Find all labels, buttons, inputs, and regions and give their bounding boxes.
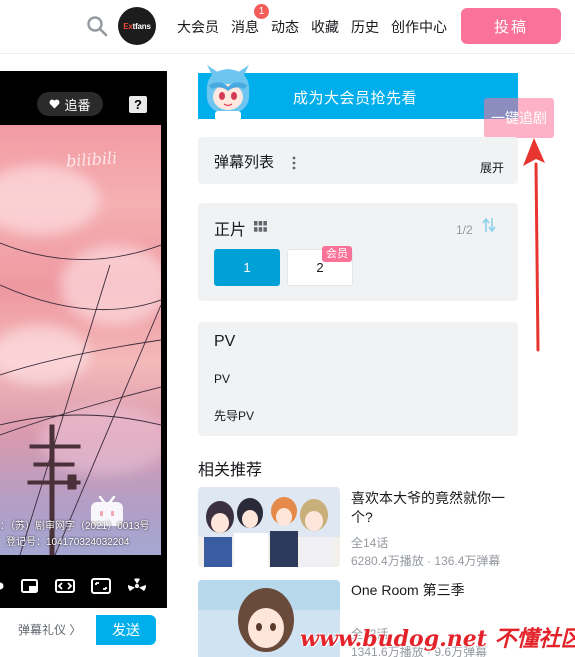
grid-view-icon[interactable] (254, 221, 267, 232)
episodes-title: 正片 (214, 222, 247, 239)
send-button[interactable]: 发送 (96, 615, 156, 645)
avatar[interactable]: Ex tfans (118, 7, 156, 45)
danmaku-list-title: 弹幕列表 (214, 154, 275, 171)
nav-messages[interactable]: 消息 (231, 17, 259, 37)
recommendations-title: 相关推荐 (198, 462, 263, 479)
danmaku-count: 136.4万弹幕 (434, 554, 501, 568)
nav-vip[interactable]: 大会员 (177, 17, 219, 37)
mascot-illustration (206, 65, 250, 121)
nav-creator-center[interactable]: 创作中心 (391, 17, 447, 37)
danmaku-etiquette-link[interactable]: 弹幕礼仪 〉 (18, 621, 81, 638)
vip-banner-text: 成为大会员抢先看 (293, 90, 418, 107)
episode-page-indicator: 1/2 (456, 223, 473, 237)
vip-banner[interactable]: 成为大会员抢先看 (198, 65, 518, 121)
expand-button[interactable]: 展开 (480, 159, 504, 176)
nav-favorites[interactable]: 收藏 (311, 17, 339, 37)
widescreen-icon[interactable] (55, 577, 75, 595)
fullscreen-icon[interactable] (127, 577, 147, 595)
recommendation-stats: 6280.4万播放 · 136.4万弹幕 (351, 554, 501, 568)
registration-line-2: 登记号：104170324032204 (6, 537, 130, 548)
red-arrow-annotation (523, 138, 545, 352)
pv-item[interactable]: PV (214, 372, 230, 386)
heart-icon (50, 99, 60, 109)
player-controls (0, 571, 161, 601)
vip-only-tag: 会员 (322, 246, 352, 262)
recommendation-title[interactable]: One Room 第三季 (351, 581, 521, 600)
sort-icon[interactable] (482, 217, 496, 233)
top-bar: Ex tfans 大会员 消息 1 动态 收藏 历史 创作中心 投稿 (0, 0, 575, 54)
avatar-text-b: tfans (132, 21, 151, 31)
episode-1-button[interactable]: 1 (214, 249, 280, 286)
video-player[interactable]: 追番 ? bilibili ：（苏）剧审网字（2021）0013号 登记号：10… (0, 71, 167, 608)
danmaku-send-bar: 弹幕礼仪 〉 发送 (0, 610, 167, 646)
help-icon[interactable]: ? (129, 96, 147, 113)
danmaku-list-panel[interactable]: 弹幕列表 展开 (198, 137, 518, 184)
nav-dynamics[interactable]: 动态 (271, 17, 299, 37)
site-watermark: www.budog.net 不懂社区 (300, 626, 575, 652)
episodes-panel: 正片 1/2 1 2 会员 (198, 203, 518, 301)
more-icon[interactable] (292, 156, 296, 170)
avatar-text-a: Ex (123, 21, 133, 31)
search-icon[interactable] (86, 15, 108, 37)
message-count-badge: 1 (254, 4, 269, 19)
nav-history[interactable]: 历史 (351, 17, 379, 37)
one-click-follow-button[interactable]: 一键追剧 (484, 98, 554, 138)
play-count: 6280.4万播放 (351, 554, 424, 568)
pv-title: PV (214, 333, 236, 350)
pv-item[interactable]: 先导PV (214, 407, 254, 424)
web-fullscreen-icon[interactable] (91, 577, 111, 595)
pv-panel: PV PV 先导PV (198, 322, 518, 436)
power-lines-scene (0, 242, 161, 555)
dot-icon[interactable] (0, 577, 14, 595)
recommendation-thumbnail[interactable] (198, 487, 340, 567)
post-button[interactable]: 投稿 (461, 8, 561, 44)
follow-button[interactable]: 追番 (37, 92, 103, 116)
registration-line-1: ：（苏）剧审网字（2021）0013号 (0, 521, 150, 532)
recommendation-episodes: 全14话 (351, 536, 389, 550)
video-frame[interactable]: bilibili ：（苏）剧审网字（2021）0013号 登记号：1041703… (0, 125, 161, 555)
pip-icon[interactable] (20, 577, 40, 595)
follow-label: 追番 (64, 97, 91, 113)
recommendation-title[interactable]: 喜欢本大爷的竟然就你一个? (351, 489, 521, 527)
